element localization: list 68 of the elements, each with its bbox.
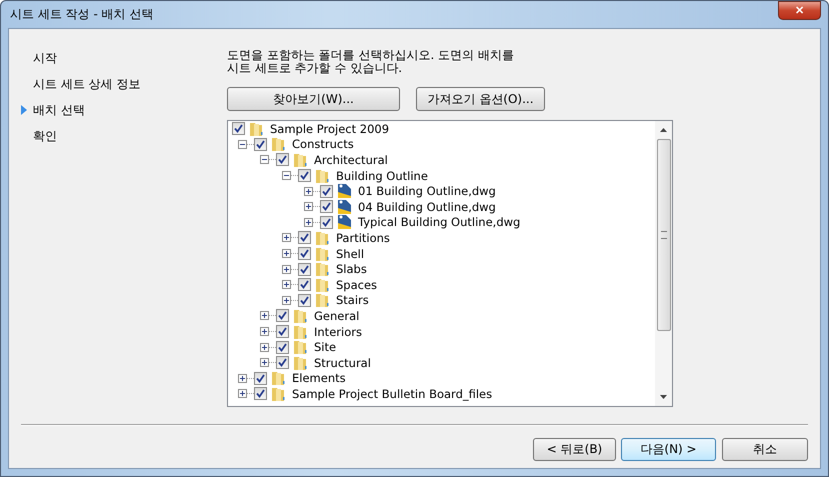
checkbox[interactable] [298, 278, 311, 292]
tree-item[interactable]: Sample Project 2009 [270, 122, 390, 136]
tree-item[interactable]: Elements [292, 371, 346, 386]
checkbox[interactable] [232, 122, 245, 136]
scroll-down-icon[interactable] [660, 395, 667, 399]
checkbox[interactable] [276, 340, 289, 354]
checkbox[interactable] [254, 372, 267, 385]
checkbox[interactable] [320, 216, 333, 229]
expander-icon[interactable] [238, 389, 247, 398]
tree-item[interactable]: Typical Building Outline,dwg [358, 215, 520, 230]
expander-icon[interactable] [282, 249, 291, 258]
tree-item[interactable]: Shell [336, 246, 364, 261]
step-label: 배치 선택 [33, 102, 85, 118]
checkbox[interactable] [298, 247, 311, 260]
checkbox[interactable] [298, 169, 311, 182]
tree-item[interactable]: 01 Building Outline,dwg [358, 184, 496, 198]
tree-item[interactable]: Structural [314, 356, 371, 370]
expander-icon[interactable] [238, 374, 247, 383]
expander-icon[interactable] [260, 155, 269, 164]
checkbox[interactable] [254, 387, 267, 400]
tree-item[interactable]: Sample Project Bulletin Board_files [292, 386, 492, 401]
dialog-button[interactable]: < 뒤로(B) [533, 438, 616, 461]
tree-item[interactable]: Constructs [292, 137, 354, 152]
scroll-up-icon[interactable] [660, 128, 667, 132]
checkbox[interactable] [276, 325, 289, 338]
checkbox[interactable] [276, 153, 289, 166]
expander-icon[interactable] [282, 264, 291, 274]
scrollbar[interactable] [655, 121, 672, 406]
expander-icon[interactable] [260, 342, 269, 352]
expander-icon[interactable] [260, 327, 269, 336]
expander-icon[interactable] [238, 140, 247, 149]
checkbox[interactable] [298, 231, 311, 244]
tree-item[interactable]: Building Outline [336, 168, 428, 183]
action-button[interactable]: 가져오기 옵션(O)... [416, 87, 545, 111]
expander-icon[interactable] [304, 186, 313, 196]
checkbox[interactable] [298, 294, 311, 307]
expander-icon[interactable] [282, 296, 291, 305]
window-title: 시트 세트 작성 - 배치 선택 [9, 6, 154, 23]
expander-icon[interactable] [260, 311, 269, 320]
tree-item[interactable]: Slabs [336, 262, 367, 276]
checkbox[interactable] [298, 262, 311, 276]
tree-item[interactable]: Interiors [314, 324, 362, 339]
tree-item[interactable]: Partitions [336, 230, 390, 245]
step-label: 확인 [33, 128, 57, 144]
close-button[interactable]: ✕ [778, 1, 821, 20]
tree-item[interactable]: Architectural [314, 152, 388, 167]
step-label: 시작 [33, 50, 57, 66]
expander-icon[interactable] [260, 358, 269, 368]
dialog-button[interactable]: 다음(N) > [621, 438, 716, 461]
step-label: 시트 세트 상세 정보 [33, 76, 140, 92]
tree-item[interactable]: General [314, 308, 360, 323]
checkbox[interactable] [276, 309, 289, 322]
instruction-text: 도면을 포함하는 폴더를 선택하십시오. 도면의 배치를 시트 세트로 추가할 수 있습니다. [227, 49, 515, 75]
action-button[interactable]: 찾아보기(W)... [227, 87, 400, 111]
checkbox[interactable] [320, 200, 333, 214]
expander-icon[interactable] [282, 280, 291, 290]
expander-icon[interactable] [304, 202, 313, 212]
tree-item[interactable]: 04 Building Outline,dwg [358, 200, 496, 214]
dialog-button[interactable]: 취소 [722, 438, 808, 461]
tree-item[interactable]: Stairs [336, 293, 369, 308]
expander-icon[interactable] [282, 171, 291, 180]
checkbox[interactable] [254, 138, 267, 151]
tree-item[interactable]: Spaces [336, 278, 378, 292]
checkbox[interactable] [276, 356, 289, 370]
tree-item[interactable]: Site [314, 340, 336, 354]
expander-icon[interactable] [304, 218, 313, 227]
expander-icon[interactable] [282, 233, 291, 242]
checkbox[interactable] [320, 184, 333, 198]
